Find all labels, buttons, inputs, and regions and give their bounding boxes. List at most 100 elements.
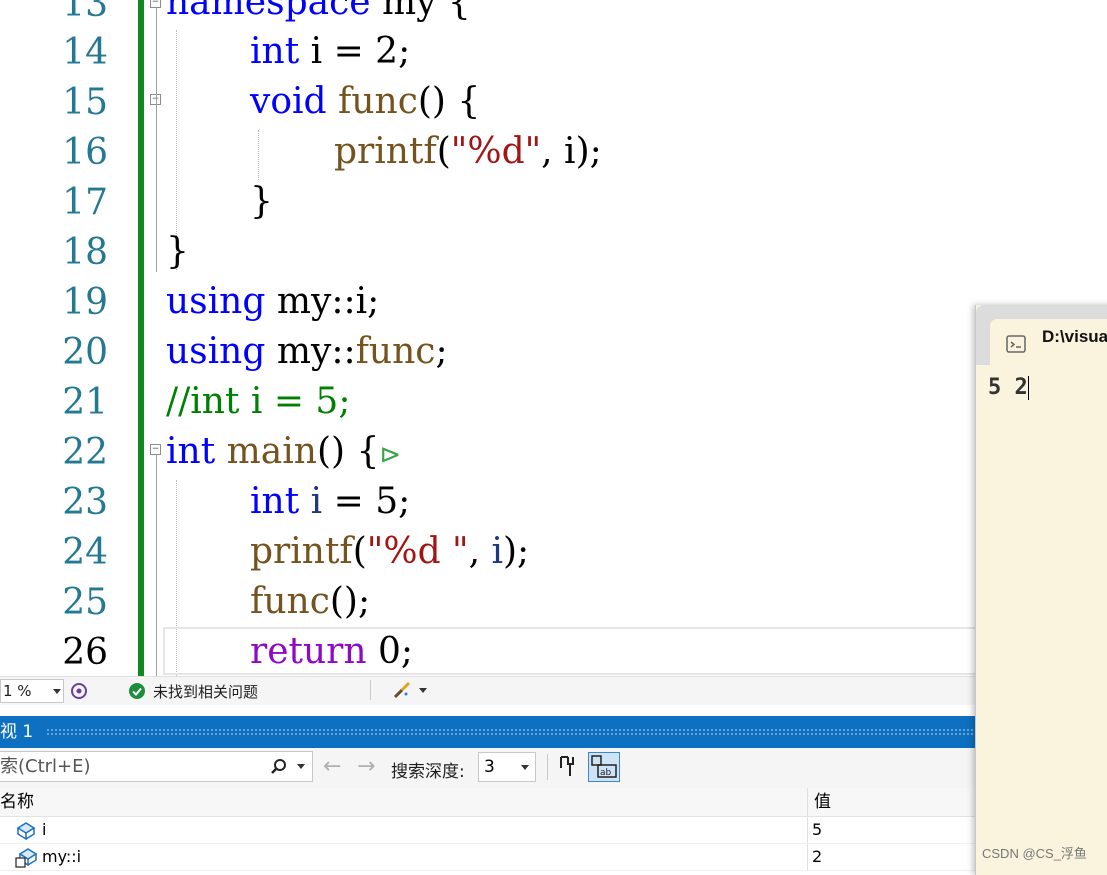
column-header-value[interactable]: 值 [814,788,831,816]
watch-value[interactable]: 2 [812,844,822,870]
keyword: int [250,31,300,72]
line-number: 23 [62,482,108,523]
search-depth-select[interactable]: 3 [478,752,536,782]
hex-display-toggle[interactable]: ab [588,752,620,782]
string-literal: "%d " [366,531,469,572]
editor-status-strip: 1 % 未找到相关问题 [0,676,1107,705]
chevron-down-icon [53,689,61,694]
code-line: //int i = 5; [166,377,350,427]
divider [547,754,548,780]
console-window[interactable]: D:\visua 5 2 [975,305,1107,875]
scope-line [156,105,157,210]
terminal-icon [1006,335,1026,353]
table-row[interactable]: my::i 2 [0,844,1107,871]
line-number: 22 [62,432,108,473]
code-text: 0; [366,631,414,672]
column-header-name[interactable]: 名称 [0,788,34,816]
search-depth-label: 搜索深度: [391,762,465,782]
variable: i [491,531,504,572]
code-text: my:: [265,331,356,372]
table-row[interactable]: i 5 [0,817,1107,844]
fold-toggle-icon[interactable]: − [150,0,161,8]
watch-name: i [42,820,47,839]
line-number: 16 [62,132,108,173]
back-arrow-icon[interactable]: ← [323,754,341,779]
check-circle-icon [129,683,145,699]
function-name: main [226,431,317,472]
code-text: ); [503,531,530,572]
line-number: 25 [62,582,108,623]
console-title: D:\visua [1042,327,1107,346]
code-text: , [468,531,492,572]
code-line: int i = 2; [250,27,410,77]
zoom-dropdown[interactable]: 1 % [0,679,64,703]
string-literal: "%d" [450,131,542,172]
keyword: return [250,631,367,672]
code-line: } [250,177,273,227]
watch-toolbar: 索(Ctrl+E) ← → 搜索深度: 3 ab [0,748,1107,788]
keyword: void [250,81,327,122]
console-output: 5 2 [988,375,1029,400]
watch-window-titlebar[interactable]: 视 1 [0,716,1107,748]
issues-status-text[interactable]: 未找到相关问题 [153,681,258,702]
code-text: ; [435,331,448,372]
watch-window-title: 视 1 [0,722,34,742]
code-lens-icon[interactable]: ⊳ [379,440,401,470]
function-name: printf [334,131,437,172]
keyword: using [166,281,266,322]
code-line: using my::i; [166,277,379,327]
watch-value[interactable]: 5 [812,817,822,843]
line-number-current: 26 [62,632,108,673]
copilot-icon[interactable] [70,682,88,700]
function-name: printf [250,531,353,572]
function-name: func [250,581,330,622]
line-number: 21 [62,382,108,423]
keyword: using [166,331,266,372]
search-depth-value: 3 [484,757,495,777]
column-separator[interactable] [807,788,808,816]
code-line: return 0; [250,627,413,676]
line-number: 20 [62,332,108,373]
code-text: i = 2; [299,31,411,72]
variable-icon [16,822,36,840]
code-line: printf("%d", i); [334,127,602,177]
watch-search-input[interactable]: 索(Ctrl+E) [0,751,313,782]
console-titlebar[interactable]: D:\visua [976,305,1107,365]
code-text: , i); [541,131,602,172]
line-number: 15 [62,82,108,123]
forward-arrow-icon[interactable]: → [357,754,375,779]
chevron-down-icon[interactable] [419,688,427,693]
code-line: using my::func; [166,327,448,377]
column-separator [807,817,808,843]
code-text: () { [417,81,481,122]
code-line: namespace my { [166,0,471,28]
line-number: 14 [62,32,108,73]
keyword: namespace [166,0,371,23]
code-line: printf("%d ", i); [250,527,529,577]
comment: //int i = 5; [166,381,351,422]
keyword: int [166,431,216,472]
function-name: func [338,81,418,122]
line-number: 17 [62,182,108,223]
pin-icon[interactable] [557,754,581,780]
search-icon[interactable] [270,758,288,776]
change-tracking-bar [138,0,144,676]
column-separator [807,844,808,870]
line-number: 19 [62,282,108,323]
code-editor[interactable]: 13 14 15 16 17 18 19 20 21 22 23 24 25 2… [0,0,1107,676]
code-line: void func() { [250,77,480,127]
line-number: 24 [62,532,108,573]
code-text: (); [329,581,371,622]
code-line: int i = 5; [250,477,410,527]
console-output-text: 5 2 [988,375,1028,400]
chevron-down-icon[interactable] [297,764,305,769]
watch-name: my::i [42,847,82,866]
code-text: my::i; [265,281,380,322]
search-placeholder: 索(Ctrl+E) [0,756,91,777]
display-format-icon: ab [591,755,617,778]
code-text: my { [370,0,471,23]
keyword: int [250,481,300,522]
code-cleanup-brush-icon[interactable] [392,680,412,700]
fold-toggle-icon[interactable]: − [150,444,161,455]
code-text: ( [352,531,367,572]
